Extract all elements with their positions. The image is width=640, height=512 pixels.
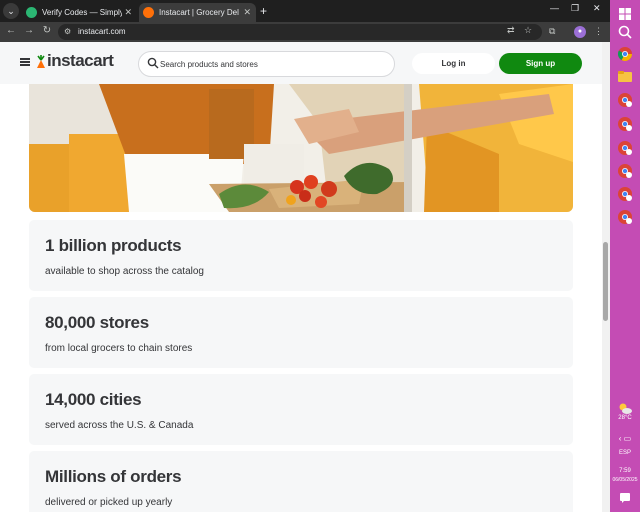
menu-kebab-icon[interactable]: ⋮: [594, 26, 603, 37]
chrome-profile-icon[interactable]: [617, 209, 633, 225]
clock-time[interactable]: 7:59: [610, 468, 640, 474]
chrome-icon[interactable]: [617, 46, 633, 62]
browser-toolbar: ← → ↻ ⚙ instacart.com ⇄ ☆ ⧉ ● ⋮: [0, 22, 610, 42]
stat-subtitle: available to shop across the catalog: [45, 266, 204, 277]
notifications-icon[interactable]: [619, 492, 631, 504]
restore-icon[interactable]: ❐: [571, 3, 579, 14]
windows-start-icon[interactable]: [617, 6, 633, 22]
login-button[interactable]: Log in: [412, 53, 495, 74]
checkmark-favicon-icon: [26, 7, 37, 18]
minimize-icon[interactable]: —: [550, 3, 559, 13]
clock-date[interactable]: 06/05/2025: [610, 477, 640, 483]
close-tab-icon[interactable]: ✕: [243, 3, 251, 22]
weather-temperature: 28°C: [618, 415, 632, 421]
grocery-handoff-photo: [29, 84, 573, 212]
search-icon[interactable]: [617, 24, 633, 40]
tab-instacart[interactable]: Instacart | Grocery Delivery or Pickup ✕: [139, 3, 256, 22]
profile-avatar[interactable]: ●: [574, 26, 586, 38]
address-bar[interactable]: ⚙ instacart.com: [58, 24, 542, 40]
hero-image: [29, 84, 573, 212]
stat-title: 14,000 cities: [45, 390, 142, 409]
stat-card-stores: 80,000 stores from local grocers to chai…: [29, 297, 573, 368]
site-info-icon[interactable]: ⚙: [64, 24, 71, 40]
site-header: instacart Log in Sign up: [0, 42, 602, 84]
tab-search-icon[interactable]: ⌄: [3, 3, 19, 19]
address-text: instacart.com: [78, 27, 126, 36]
chrome-profile-icon[interactable]: [617, 116, 633, 132]
bookmark-star-icon[interactable]: ☆: [524, 25, 532, 36]
browser-tab-strip: ⌄ Verify Codes — SimplyCodes ✕ Instacart…: [0, 0, 610, 22]
chrome-profile-icon[interactable]: [617, 186, 633, 202]
close-window-icon[interactable]: ✕: [593, 3, 601, 14]
stat-card-orders: Millions of orders delivered or picked u…: [29, 451, 573, 512]
stat-subtitle: served across the U.S. & Canada: [45, 420, 194, 431]
stat-card-products: 1 billion products available to shop acr…: [29, 220, 573, 291]
forward-icon[interactable]: →: [22, 25, 36, 36]
chrome-profile-icon[interactable]: [617, 140, 633, 156]
carrot-favicon-icon: [143, 7, 154, 18]
search-box[interactable]: [138, 51, 395, 77]
hamburger-menu-icon[interactable]: [20, 58, 30, 66]
stat-title: Millions of orders: [45, 467, 182, 486]
close-tab-icon[interactable]: ✕: [124, 3, 132, 22]
file-explorer-icon[interactable]: [617, 68, 633, 84]
back-icon[interactable]: ←: [4, 25, 18, 36]
webpage: instacart Log in Sign up: [0, 42, 602, 512]
stat-title: 80,000 stores: [45, 313, 149, 332]
translate-icon[interactable]: ⇄: [507, 25, 515, 36]
logo-wordmark: instacart: [47, 51, 114, 70]
reload-icon[interactable]: ↻: [40, 25, 54, 36]
chrome-profile-icon[interactable]: [617, 92, 633, 108]
input-language[interactable]: ESP: [610, 450, 640, 456]
tab-title: Verify Codes — SimplyCodes: [42, 8, 122, 17]
stat-subtitle: from local grocers to chain stores: [45, 343, 193, 354]
search-icon: [147, 57, 159, 69]
new-tab-button[interactable]: +: [260, 3, 267, 20]
carrot-logo-icon: [37, 55, 45, 68]
os-taskbar: 28°C ‹ ▭ ESP 7:59 06/05/2025: [610, 0, 640, 512]
system-tray-icons[interactable]: ‹ ▭: [610, 434, 640, 443]
scrollbar-thumb[interactable]: [603, 242, 608, 321]
stat-card-cities: 14,000 cities served across the U.S. & C…: [29, 374, 573, 445]
tab-title: Instacart | Grocery Delivery or Pickup: [159, 8, 239, 17]
stat-title: 1 billion products: [45, 236, 182, 255]
chrome-profile-icon[interactable]: [617, 163, 633, 179]
search-input[interactable]: [160, 52, 390, 76]
extensions-icon[interactable]: ⧉: [549, 26, 555, 37]
stat-subtitle: delivered or picked up yearly: [45, 497, 173, 508]
weather-icon[interactable]: [617, 400, 633, 416]
signup-button[interactable]: Sign up: [499, 53, 582, 74]
tab-simplycodes[interactable]: Verify Codes — SimplyCodes ✕: [22, 3, 137, 22]
